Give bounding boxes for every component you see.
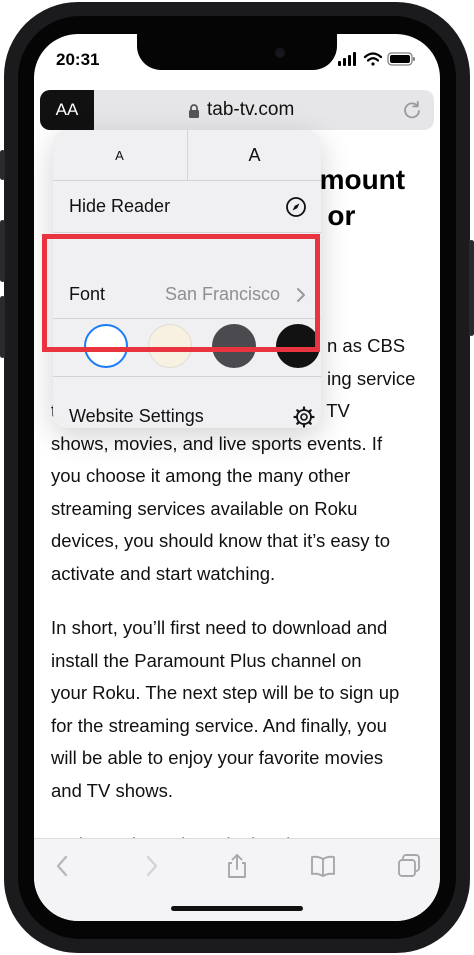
- side-button-left-top: [0, 150, 5, 180]
- url-text[interactable]: tab-tv.com: [207, 99, 294, 121]
- camera: [275, 48, 285, 58]
- lock-icon: [189, 104, 199, 118]
- article-paragraph: In short, you’ll first need to download …: [51, 612, 433, 807]
- font-size-row: A A: [53, 130, 321, 181]
- hide-reader-label: Hide Reader: [69, 196, 171, 216]
- share-icon[interactable]: [224, 853, 250, 879]
- decrease-font-button[interactable]: A: [53, 130, 186, 180]
- battery-icon: [387, 52, 415, 66]
- side-button-left-bottom: [0, 296, 5, 358]
- article-line: In short, you’ll first need to download …: [51, 617, 388, 638]
- reload-icon[interactable]: [402, 100, 422, 120]
- notch: [137, 34, 337, 70]
- article-line: you choose it among the many other: [51, 465, 351, 486]
- side-button-right: [469, 240, 474, 336]
- forward-icon[interactable]: [138, 853, 164, 879]
- article-line: activate and start watching.: [51, 562, 276, 584]
- menu-divider: [53, 376, 321, 377]
- tabs-icon[interactable]: [396, 853, 422, 879]
- address-bar[interactable]: AA tab-tv.com: [40, 90, 434, 130]
- article-line: will be able to enjoy your favorite movi…: [51, 747, 384, 768]
- decrease-font-label: A: [115, 147, 124, 163]
- phone-screen: 20:31 AA tab-tv.com amount e or n as CBS…: [34, 34, 440, 921]
- article-line: your Roku. The next step will be to sign…: [51, 682, 400, 703]
- cellular-signal-icon: [338, 52, 356, 66]
- increase-font-button[interactable]: A: [187, 130, 321, 180]
- hide-reader-row[interactable]: Hide Reader: [53, 182, 321, 232]
- side-button-left-mid: [0, 220, 5, 282]
- highlight-annotation-box: [42, 234, 320, 352]
- article-line: install the Paramount Plus channel on: [51, 649, 362, 671]
- menu-divider: [53, 232, 321, 233]
- reader-format-button[interactable]: AA: [40, 90, 94, 130]
- website-settings-row[interactable]: Website Settings: [53, 392, 321, 442]
- website-settings-label: Website Settings: [69, 406, 204, 426]
- home-indicator[interactable]: [171, 906, 303, 911]
- back-icon[interactable]: [50, 853, 76, 879]
- article-line: and TV shows.: [51, 779, 174, 801]
- article-line: for the streaming service. And finally, …: [51, 714, 387, 736]
- phone-device: 20:31 AA tab-tv.com amount e or n as CBS…: [0, 0, 474, 955]
- article-line: streaming services available on Roku: [51, 497, 358, 519]
- bookmarks-icon[interactable]: [310, 853, 336, 879]
- gear-icon: [293, 406, 315, 428]
- reader-format-label: AA: [55, 100, 79, 119]
- compass-icon: [286, 197, 306, 217]
- status-icons: [336, 50, 418, 68]
- wifi-icon: [363, 52, 383, 66]
- article-line: devices, you should know that it’s easy …: [51, 530, 391, 551]
- status-time: 20:31: [56, 50, 100, 69]
- increase-font-label: A: [248, 144, 261, 165]
